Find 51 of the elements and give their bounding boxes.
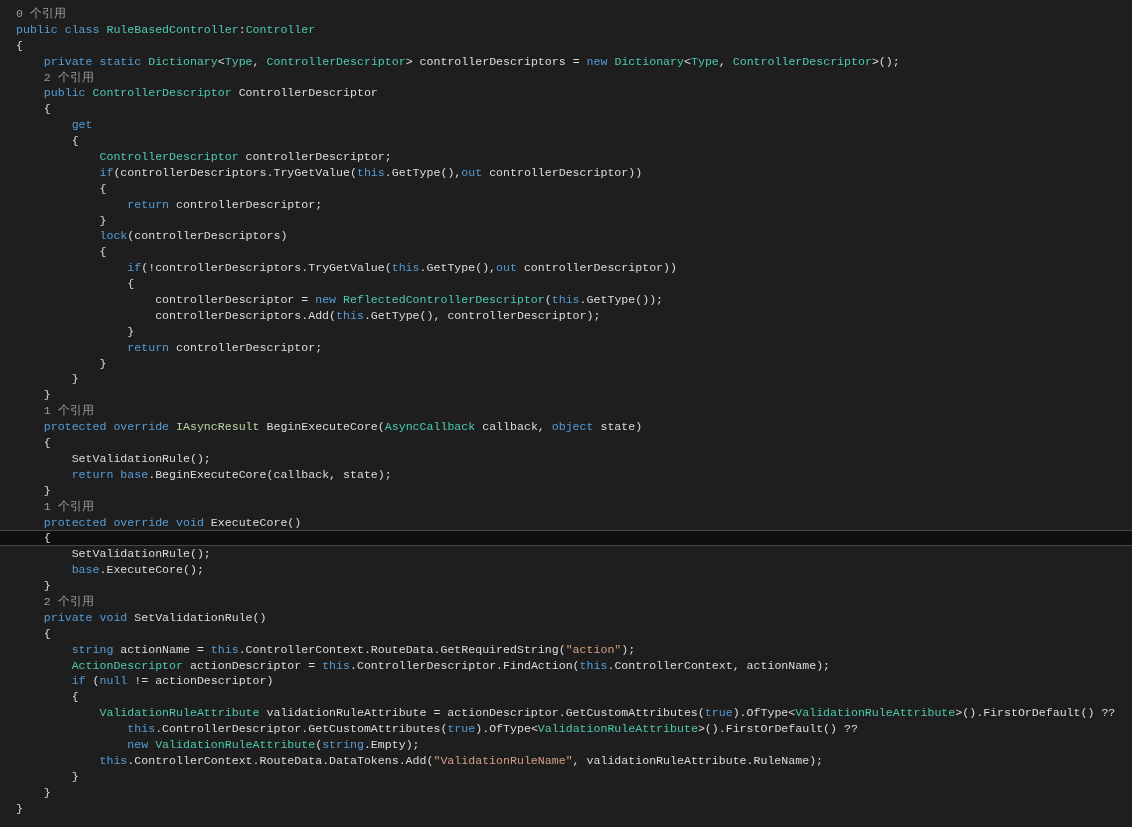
code-line: { [42, 102, 51, 116]
code-line: base.ExecuteCore(); [70, 563, 204, 577]
code-line: get [70, 118, 93, 132]
code-line: this.ControllerContext.RouteData.DataTokens.Add("ValidationRuleName", validationRuleAttribute.RuleName); [98, 753, 824, 767]
code-line: { [42, 531, 51, 545]
code-line: { [16, 38, 23, 52]
code-line: private static Dictionary<Type, ControllerDescriptor> controllerDescriptors = new Dictionary<Type, ControllerDescriptor>(); [42, 54, 900, 68]
code-line: } [42, 785, 51, 799]
code-line: controllerDescriptor = new ReflectedControllerDescriptor(this.GetType()); [154, 293, 664, 307]
code-line: { [70, 134, 79, 148]
code-line: if(controllerDescriptors.TryGetValue(this.GetType(),out controllerDescriptor)) [98, 165, 643, 179]
code-line: ActionDescriptor actionDescriptor = this.ControllerDescriptor.FindAction(this.ControllerContext, actionName); [70, 658, 831, 672]
code-line: } [42, 579, 51, 593]
code-line: SetValidationRule(); [70, 451, 211, 465]
reference-count[interactable]: 2 个引用 [16, 594, 94, 608]
code-line: { [42, 436, 51, 450]
code-line: } [98, 213, 107, 227]
code-line: string actionName = this.ControllerContext.RouteData.GetRequiredString("action"); [70, 642, 636, 656]
code-line: return controllerDescriptor; [126, 197, 323, 211]
code-line: } [42, 388, 51, 402]
reference-count[interactable]: 1 个引用 [16, 499, 94, 513]
code-line: if(!controllerDescriptors.TryGetValue(this.GetType(),out controllerDescriptor)) [126, 261, 677, 275]
reference-count[interactable]: 0 个引用 [16, 7, 66, 20]
code-line: return base.BeginExecuteCore(callback, state); [70, 467, 392, 481]
code-line: } [98, 356, 107, 370]
code-line: { [98, 245, 107, 259]
code-line: controllerDescriptors.Add(this.GetType(), controllerDescriptor); [154, 308, 601, 322]
code-line: protected override void ExecuteCore() [42, 515, 302, 529]
code-line: { [98, 181, 107, 195]
code-line: return controllerDescriptor; [126, 340, 323, 354]
code-line: ValidationRuleAttribute validationRuleAttribute = actionDescriptor.GetCustomAttributes(true).OfType<ValidationRuleAttribute>().FirstOrDefault() ?? [98, 706, 1116, 720]
code-line: { [42, 626, 51, 640]
code-line: SetValidationRule(); [70, 547, 211, 561]
code-line: } [42, 483, 51, 497]
reference-count[interactable]: 2 个引用 [16, 70, 94, 84]
code-line: public ControllerDescriptor ControllerDescriptor [42, 86, 378, 100]
code-line: } [70, 769, 79, 783]
code-line: { [70, 690, 79, 704]
code-line: this.ControllerDescriptor.GetCustomAttributes(true).OfType<ValidationRuleAttribute>().FirstOrDefault() ?? [126, 722, 858, 736]
code-line: new ValidationRuleAttribute(string.Empty); [126, 737, 420, 751]
reference-count[interactable]: 1 个引用 [16, 404, 94, 418]
code-line: ControllerDescriptor controllerDescriptor; [98, 150, 392, 163]
code-line: private void SetValidationRule() [42, 610, 267, 624]
code-line: } [126, 324, 135, 338]
code-line: } [70, 372, 79, 386]
code-line: { [126, 277, 135, 291]
code-line: } [16, 801, 23, 815]
code-line: public class RuleBasedController:Controller [16, 22, 316, 36]
code-line: if (null != actionDescriptor) [70, 674, 274, 688]
code-line: lock(controllerDescriptors) [98, 229, 288, 243]
code-line: protected override IAsyncResult BeginExecuteCore(AsyncCallback callback, object state) [42, 420, 643, 434]
